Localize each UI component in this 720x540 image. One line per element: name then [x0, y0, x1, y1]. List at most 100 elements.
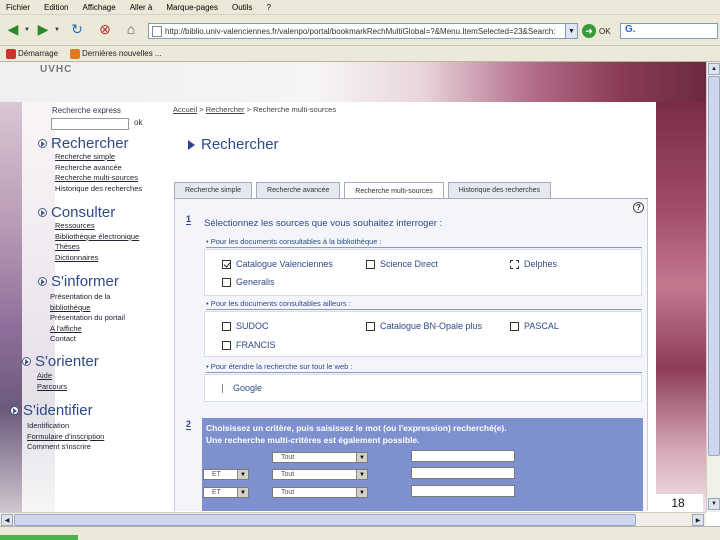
- bookmark-news[interactable]: Dernières nouvelles ...: [70, 48, 162, 59]
- nav-section-consulter[interactable]: Consulter: [38, 204, 115, 221]
- menu-aller[interactable]: Aller à: [130, 3, 153, 12]
- nav-item-formulaire-inscription[interactable]: Formulaire d'inscription: [27, 432, 104, 443]
- menu-help[interactable]: ?: [266, 3, 270, 12]
- checkbox-icon[interactable]: [222, 383, 228, 393]
- nav-item-comment-sinscrire[interactable]: Comment s'inscrire: [27, 442, 104, 453]
- nav-item-identification[interactable]: Identification: [27, 421, 104, 432]
- decorative-photo-right: [656, 102, 706, 512]
- home-icon[interactable]: ⌂: [122, 20, 140, 38]
- nav-item-theses[interactable]: Thèses: [55, 242, 139, 253]
- horizontal-scrollbar[interactable]: ◀ ▶: [0, 512, 706, 526]
- scroll-thumb[interactable]: [708, 76, 720, 456]
- scroll-up-icon[interactable]: ▲: [708, 63, 720, 75]
- operator-select-2[interactable]: ET ▼: [203, 487, 249, 498]
- web-search-input[interactable]: G.: [620, 23, 718, 39]
- nav-item-recherche-avancee[interactable]: Recherche avancée: [55, 163, 142, 174]
- source-checkbox-generalis[interactable]: Generalis: [222, 277, 275, 287]
- source-checkbox-science-direct[interactable]: Science Direct: [366, 259, 438, 269]
- arrow-circle-icon: [38, 208, 47, 217]
- source-checkbox-pascal[interactable]: PASCAL: [510, 321, 559, 331]
- search-term-input-1[interactable]: [411, 450, 515, 462]
- nav-item-affiche[interactable]: A l'affiche: [50, 324, 125, 335]
- menu-outils[interactable]: Outils: [232, 3, 252, 12]
- nav-item-historique[interactable]: Historique des recherches: [55, 184, 142, 195]
- source-label: Science Direct: [380, 259, 439, 269]
- go-button[interactable]: ➜ OK: [582, 23, 618, 39]
- menu-edition[interactable]: Edition: [44, 3, 68, 12]
- express-search-input[interactable]: [51, 118, 129, 130]
- menu-affichage[interactable]: Affichage: [82, 3, 115, 12]
- breadcrumb-home[interactable]: Accueil: [173, 105, 197, 114]
- back-dropdown-icon[interactable]: ▼: [24, 27, 30, 33]
- menu-marque-pages[interactable]: Marque-pages: [166, 3, 218, 12]
- source-checkbox-catalogue-valenciennes[interactable]: Catalogue Valenciennes: [222, 259, 333, 269]
- source-label: Delphes: [524, 259, 558, 269]
- criterion-select-2[interactable]: Tout ▼: [272, 469, 368, 480]
- scroll-left-icon[interactable]: ◀: [1, 514, 13, 526]
- back-arrow-icon[interactable]: ◀: [4, 20, 22, 38]
- nav-item-bibliotheque-electronique[interactable]: Bibliothèque électronique: [55, 232, 139, 243]
- search-term-input-2[interactable]: [411, 467, 515, 479]
- breadcrumb-sep: >: [246, 105, 252, 114]
- operator-select-1[interactable]: ET ▼: [203, 469, 249, 480]
- nav-item-dictionnaires[interactable]: Dictionnaires: [55, 253, 139, 264]
- tab-recherche-multi-sources[interactable]: Recherche multi-sources: [344, 182, 444, 199]
- group-local-sources: [204, 249, 642, 296]
- nav-section-sinformer[interactable]: S'informer: [38, 273, 119, 290]
- checkbox-checked-icon[interactable]: [222, 259, 231, 269]
- dropdown-arrow-icon: ▼: [237, 488, 248, 497]
- express-search-ok-link[interactable]: ok: [134, 118, 142, 127]
- scroll-down-icon[interactable]: ▼: [708, 498, 720, 510]
- nav-item-contact[interactable]: Contact: [50, 334, 125, 345]
- nav-section-sorienter[interactable]: S'orienter: [22, 353, 99, 370]
- tab-recherche-simple[interactable]: Recherche simple: [174, 182, 253, 198]
- url-dropdown-icon[interactable]: ▼: [565, 23, 578, 39]
- tab-historique[interactable]: Historique des recherches: [447, 182, 552, 198]
- scroll-right-icon[interactable]: ▶: [692, 514, 704, 526]
- nav-list-sinformer: Présentation de la bibliothèque Présenta…: [50, 292, 125, 345]
- source-checkbox-francis[interactable]: FRANCIS: [222, 340, 276, 350]
- criterion-select-1[interactable]: Tout ▼: [272, 452, 368, 463]
- checkbox-icon[interactable]: [510, 259, 519, 269]
- bookmark-label: Dernières nouvelles ...: [82, 49, 162, 58]
- stop-icon[interactable]: ⊗: [96, 20, 114, 38]
- nav-item-recherche-simple[interactable]: Recherche simple: [55, 152, 142, 163]
- menu-fichier[interactable]: Fichier: [6, 3, 30, 12]
- search-term-input-3[interactable]: [411, 485, 515, 497]
- nav-item-ressources[interactable]: Ressources: [55, 221, 139, 232]
- source-checkbox-bn-opale[interactable]: Catalogue BN-Opale plus: [366, 321, 482, 331]
- checkbox-icon[interactable]: [510, 321, 519, 331]
- breadcrumb-rechercher[interactable]: Rechercher: [206, 105, 245, 114]
- url-input[interactable]: http://biblio.univ-valenciennes.fr/valen…: [148, 23, 578, 39]
- nav-item-presentation-bibliotheque[interactable]: Présentation de la: [50, 292, 125, 303]
- nav-section-rechercher[interactable]: Rechercher: [38, 135, 129, 152]
- source-checkbox-delphes[interactable]: Delphes: [510, 259, 557, 269]
- criterion-select-3[interactable]: Tout ▼: [272, 487, 368, 498]
- help-icon[interactable]: ?: [633, 202, 644, 213]
- nav-item-presentation-portail[interactable]: Présentation du portail: [50, 313, 125, 324]
- vertical-scrollbar[interactable]: ▲ ▼: [706, 62, 720, 512]
- checkbox-icon[interactable]: [222, 277, 231, 287]
- nav-item-recherche-multi-sources[interactable]: Recherche multi-sources: [55, 173, 142, 184]
- step-number: 2: [186, 419, 192, 430]
- menu-bar: Fichier Edition Affichage Aller à Marque…: [0, 0, 720, 15]
- nav-item-aide[interactable]: Aide: [37, 371, 67, 382]
- checkbox-icon[interactable]: [222, 321, 231, 331]
- checkbox-icon[interactable]: [366, 321, 375, 331]
- nav-item-parcours[interactable]: Parcours: [37, 382, 67, 393]
- page-title-text: Rechercher: [201, 136, 279, 153]
- forward-arrow-icon[interactable]: ▶: [34, 20, 52, 38]
- source-checkbox-google[interactable]: Google: [222, 383, 262, 393]
- site-logo[interactable]: UVHC: [40, 64, 72, 75]
- checkbox-icon[interactable]: [222, 340, 231, 350]
- reload-icon[interactable]: ↻: [68, 20, 86, 38]
- scroll-thumb[interactable]: [14, 514, 636, 526]
- checkbox-icon[interactable]: [366, 259, 375, 269]
- source-checkbox-sudoc[interactable]: SUDOC: [222, 321, 269, 331]
- nav-item-bibliotheque[interactable]: bibliothèque: [50, 303, 125, 314]
- forward-dropdown-icon[interactable]: ▼: [54, 27, 60, 33]
- nav-section-sidentifier[interactable]: S'identifier: [10, 402, 93, 419]
- tab-recherche-avancee[interactable]: Recherche avancée: [256, 182, 341, 198]
- url-text: http://biblio.univ-valenciennes.fr/valen…: [165, 26, 556, 36]
- bookmark-demarrage[interactable]: Démarrage: [6, 48, 58, 59]
